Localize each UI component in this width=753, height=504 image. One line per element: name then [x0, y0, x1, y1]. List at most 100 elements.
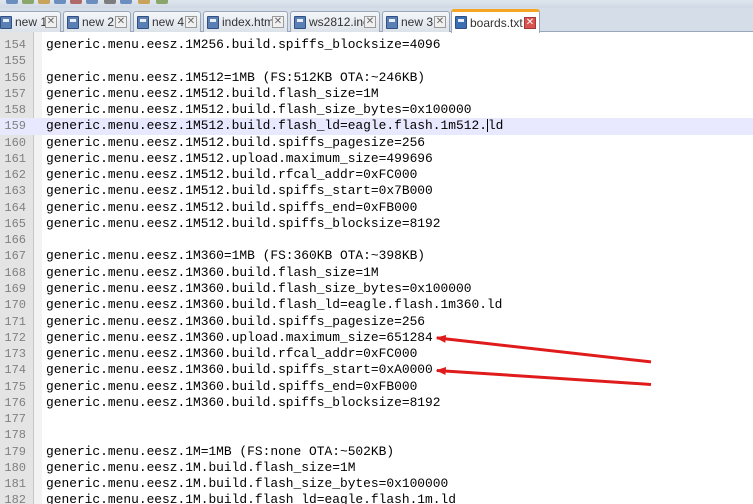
close-icon[interactable]: ✕ [272, 16, 284, 28]
close-icon[interactable]: ✕ [115, 16, 127, 28]
code-line[interactable]: 156 generic.menu.eesz.1M512=1MB (FS:512KB… [0, 70, 753, 86]
code-text[interactable]: generic.menu.eesz.1M512.build.spiffs_sta… [46, 183, 433, 199]
code-line[interactable]: 155 [0, 53, 753, 69]
toolbar-icon[interactable] [86, 0, 98, 4]
tab-new-4[interactable]: new 4 ✕ [133, 11, 201, 32]
tab-index-html[interactable]: index.html ✕ [203, 11, 288, 32]
file-save-icon [137, 15, 149, 29]
file-save-icon [0, 15, 12, 29]
code-text[interactable]: generic.menu.eesz.1M512.build.spiffs_pag… [46, 135, 425, 151]
code-line[interactable]: 174 generic.menu.eesz.1M360.build.spiffs_… [0, 362, 753, 378]
toolbar-icon[interactable] [38, 0, 50, 4]
code-text[interactable]: generic.menu.eesz.1M512.build.spiffs_end… [46, 200, 417, 216]
tab-new-2[interactable]: new 2 ✕ [63, 11, 131, 32]
code-line[interactable]: 172 generic.menu.eesz.1M360.upload.maximu… [0, 330, 753, 346]
code-text[interactable]: generic.menu.eesz.1M360.build.rfcal_addr… [46, 346, 417, 362]
toolbar-icon[interactable] [156, 0, 168, 4]
code-text[interactable]: generic.menu.eesz.1M.build.flash_size=1M [46, 460, 355, 476]
code-text[interactable]: generic.menu.eesz.1M360.build.flash_size… [46, 281, 471, 297]
tab-new-3[interactable]: new 3 ✕ [382, 11, 450, 32]
code-text[interactable]: generic.menu.eesz.1M360.build.spiffs_end… [46, 379, 417, 395]
code-line[interactable]: 179 generic.menu.eesz.1M=1MB (FS:none OTA… [0, 444, 753, 460]
code-text[interactable]: generic.menu.eesz.1M360.build.spiffs_sta… [46, 362, 433, 378]
line-number: 161 [4, 151, 26, 166]
toolbar-icon[interactable] [6, 0, 18, 4]
file-save-icon [67, 15, 79, 29]
code-text[interactable]: generic.menu.eesz.1M512.upload.maximum_s… [46, 151, 433, 167]
code-text[interactable]: generic.menu.eesz.1M=1MB (FS:none OTA:~5… [46, 444, 394, 460]
editor-lines: 154 generic.menu.eesz.1M256.build.spiffs_… [0, 37, 753, 504]
tab-boards-txt[interactable]: boards.txt ✕ [451, 9, 540, 33]
line-number: 160 [4, 135, 26, 150]
tab-label: index.html [222, 15, 272, 29]
close-icon[interactable]: ✕ [434, 16, 446, 28]
code-line[interactable]: 163 generic.menu.eesz.1M512.build.spiffs_… [0, 183, 753, 199]
code-line[interactable]: 169 generic.menu.eesz.1M360.build.flash_s… [0, 281, 753, 297]
code-text[interactable]: generic.menu.eesz.1M360.build.spiffs_blo… [46, 395, 441, 411]
code-text[interactable]: generic.menu.eesz.1M512.build.spiffs_blo… [46, 216, 441, 232]
toolbar-icon[interactable] [120, 0, 132, 4]
code-line[interactable]: 176 generic.menu.eesz.1M360.build.spiffs_… [0, 395, 753, 411]
line-number: 175 [4, 379, 26, 394]
tab-new-1[interactable]: new 1 ✕ [0, 11, 61, 32]
code-line[interactable]: 180 generic.menu.eesz.1M.build.flash_size… [0, 460, 753, 476]
toolbar-icon[interactable] [70, 0, 82, 4]
line-number: 162 [4, 168, 26, 183]
code-line[interactable]: 158 generic.menu.eesz.1M512.build.flash_s… [0, 102, 753, 118]
line-number: 155 [4, 54, 26, 69]
code-text[interactable]: generic.menu.eesz.1M360=1MB (FS:360KB OT… [46, 248, 425, 264]
close-icon[interactable]: ✕ [524, 16, 536, 29]
line-number: 180 [4, 460, 26, 475]
toolbar-icon[interactable] [104, 0, 116, 4]
code-line[interactable]: 181 generic.menu.eesz.1M.build.flash_size… [0, 476, 753, 492]
line-number: 168 [4, 265, 26, 280]
toolbar-icon[interactable] [22, 0, 34, 4]
code-line[interactable]: 171 generic.menu.eesz.1M360.build.spiffs_… [0, 314, 753, 330]
code-text[interactable]: generic.menu.eesz.1M512=1MB (FS:512KB OT… [46, 70, 425, 86]
code-text[interactable]: generic.menu.eesz.1M512.build.flash_size… [46, 102, 471, 118]
close-icon[interactable]: ✕ [364, 16, 376, 28]
code-line[interactable]: 162 generic.menu.eesz.1M512.build.rfcal_a… [0, 167, 753, 183]
code-line[interactable]: 178 [0, 427, 753, 443]
line-number: 170 [4, 298, 26, 313]
document-tab-bar: new 1 ✕ new 2 ✕ new 4 ✕ index.html ✕ ws2… [0, 8, 753, 33]
code-line[interactable]: 157 generic.menu.eesz.1M512.build.flash_s… [0, 86, 753, 102]
code-text[interactable]: generic.menu.eesz.1M.build.flash_size_by… [46, 476, 448, 492]
toolbar-icon[interactable] [54, 0, 66, 4]
code-line[interactable]: 175 generic.menu.eesz.1M360.build.spiffs_… [0, 379, 753, 395]
code-line[interactable]: 164 generic.menu.eesz.1M512.build.spiffs_… [0, 200, 753, 216]
code-text[interactable]: generic.menu.eesz.1M512.build.flash_ld=e… [46, 118, 503, 134]
line-number: 179 [4, 444, 26, 459]
code-text[interactable]: generic.menu.eesz.1M360.build.flash_size… [46, 265, 379, 281]
code-line[interactable]: 177 [0, 411, 753, 427]
tab-ws2812-ino[interactable]: ws2812.ino ✕ [290, 11, 380, 32]
close-icon[interactable]: ✕ [45, 16, 57, 28]
code-line[interactable]: 154 generic.menu.eesz.1M256.build.spiffs_… [0, 37, 753, 53]
text-caret [486, 119, 488, 133]
code-line[interactable]: 161 generic.menu.eesz.1M512.upload.maximu… [0, 151, 753, 167]
code-line[interactable]: 173 generic.menu.eesz.1M360.build.rfcal_a… [0, 346, 753, 362]
code-line[interactable]: 166 [0, 232, 753, 248]
code-line[interactable]: 165 generic.menu.eesz.1M512.build.spiffs_… [0, 216, 753, 232]
code-line[interactable]: 159 generic.menu.eesz.1M512.build.flash_l… [0, 118, 753, 135]
code-text[interactable]: generic.menu.eesz.1M256.build.spiffs_blo… [46, 37, 441, 53]
code-line[interactable]: 182 generic.menu.eesz.1M.build.flash_ld=e… [0, 492, 753, 504]
close-icon[interactable]: ✕ [185, 16, 197, 28]
toolbar-strip [0, 0, 753, 8]
code-text[interactable]: generic.menu.eesz.1M512.build.rfcal_addr… [46, 167, 417, 183]
file-save-icon [386, 15, 398, 29]
code-line[interactable]: 167 generic.menu.eesz.1M360=1MB (FS:360KB… [0, 248, 753, 264]
tab-label: new 3 [401, 15, 434, 29]
code-text[interactable]: generic.menu.eesz.1M360.build.spiffs_pag… [46, 314, 425, 330]
toolbar-icon[interactable] [138, 0, 150, 4]
code-line[interactable]: 170 generic.menu.eesz.1M360.build.flash_l… [0, 297, 753, 313]
code-line[interactable]: 160 generic.menu.eesz.1M512.build.spiffs_… [0, 135, 753, 151]
code-text[interactable]: generic.menu.eesz.1M360.upload.maximum_s… [46, 330, 433, 346]
code-text[interactable]: generic.menu.eesz.1M512.build.flash_size… [46, 86, 379, 102]
file-save-icon [455, 16, 467, 29]
code-text[interactable]: generic.menu.eesz.1M360.build.flash_ld=e… [46, 297, 502, 313]
text-editor[interactable]: 154 generic.menu.eesz.1M256.build.spiffs_… [0, 32, 753, 504]
code-text[interactable]: generic.menu.eesz.1M.build.flash_ld=eagl… [46, 492, 456, 504]
line-number: 166 [4, 233, 26, 248]
code-line[interactable]: 168 generic.menu.eesz.1M360.build.flash_s… [0, 265, 753, 281]
